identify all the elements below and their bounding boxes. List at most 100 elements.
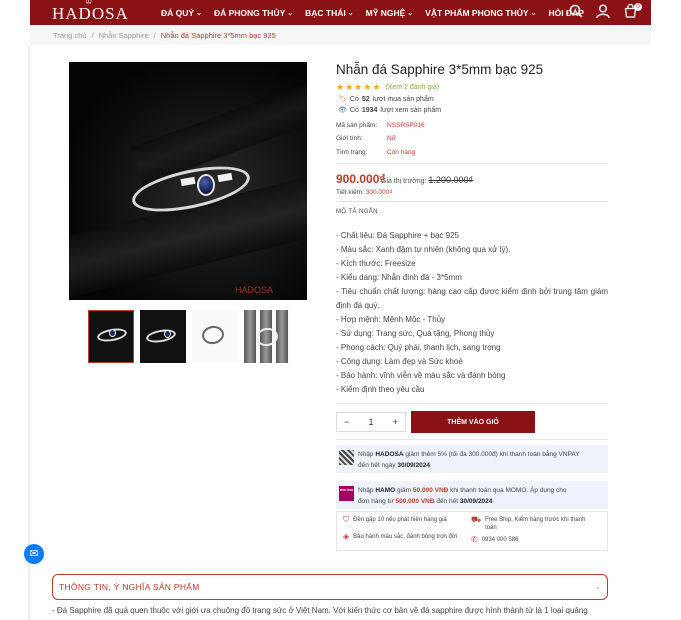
- nav-item-my-nghe[interactable]: MỸ NGHỆ ⌄: [366, 8, 414, 18]
- service-hotline[interactable]: ✆ 0934 000 586: [471, 536, 591, 544]
- desc-line: - Màu sắc: Xanh đậm tự nhiên (không qua …: [336, 245, 511, 254]
- search-icon[interactable]: [569, 4, 583, 18]
- chevron-down-icon: ⌄: [287, 9, 294, 17]
- breadcrumb: Trang chủ / Nhẫn Sapphire / Nhẫn đá Sapp…: [30, 25, 651, 45]
- service-guarantees: ⛉ Đền gấp 10 nếu phát hiện hàng giả ⛟ Free…: [336, 511, 608, 551]
- thumbnail-2[interactable]: [140, 310, 186, 363]
- nav-item-da-phong-thuy[interactable]: ĐÁ PHONG THỦY ⌄: [214, 8, 293, 18]
- divider: [336, 163, 608, 164]
- desc-line: - Hợp mệnh: Mệnh Mộc - Thủy: [336, 315, 446, 324]
- service-text: Đền gấp 10 nếu phát hiện hàng giả: [353, 517, 447, 523]
- promo-text: đến hết ngày: [358, 462, 398, 469]
- product-title: Nhẫn đá Sapphire 3*5mm bạc 925: [336, 62, 544, 77]
- chevron-down-icon: ⌄: [594, 584, 601, 591]
- status-value: Còn hàng: [387, 149, 416, 156]
- logo-text: HADOSA: [52, 4, 129, 23]
- main-nav: ĐÁ QUÝ ⌄ ĐÁ PHONG THỦY ⌄ BẠC THÁI ⌄ MỸ NGHỆ…: [161, 0, 596, 25]
- promo-minimum: 500.000 VNĐ: [395, 498, 435, 505]
- gender-row: Giới tính: Nữ: [336, 135, 396, 142]
- accordion-title: THÔNG TIN, Ý NGHĨA SẢN PHẨM: [59, 582, 200, 592]
- service-counterfeit: ⛉ Đền gấp 10 nếu phát hiện hàng giả: [343, 516, 463, 524]
- eye-icon: 👁: [338, 107, 347, 114]
- nav-label: ĐÁ PHONG THỦY: [213, 7, 286, 18]
- desc-line: - Tiêu chuẩn chất lượng: hàng cao cấp đư…: [336, 287, 608, 310]
- market-price: Giá thị trường: 1.200.000₫: [381, 175, 473, 185]
- breadcrumb-home[interactable]: Trang chủ: [53, 31, 87, 40]
- breadcrumb-category[interactable]: Nhẫn Sapphire: [99, 31, 149, 40]
- thumbnail-4[interactable]: [244, 310, 290, 363]
- nav-label: MỸ NGHỆ: [365, 7, 406, 18]
- ring-thumb-stone: [164, 330, 171, 338]
- stat-prefix: Có: [349, 106, 359, 114]
- promo-code: HAMO: [375, 487, 396, 494]
- messenger-chat-button[interactable]: ✉: [24, 544, 44, 564]
- chevron-down-icon: ⌄: [196, 9, 202, 17]
- breadcrumb-separator: /: [153, 30, 156, 40]
- nav-item-da-quy[interactable]: ĐÁ QUÝ ⌄: [161, 8, 202, 18]
- info-body-text: - Đá Sapphire đã quá quen thuộc với giới…: [52, 606, 588, 615]
- star-icon: ★: [372, 82, 381, 92]
- desc-line: - Bảo hành: vĩnh viễn về màu sắc và đánh…: [336, 371, 506, 380]
- product-main-image[interactable]: HADOSA: [69, 62, 307, 300]
- promo-amount: 50.000 VNĐ: [412, 487, 449, 494]
- add-to-cart-button[interactable]: THÊM VÀO GIỎ: [411, 411, 535, 433]
- star-icon: ★: [354, 82, 363, 92]
- stat-suffix: lượt xem sản phẩm: [380, 106, 442, 114]
- savings-value: 300.000₫: [365, 189, 393, 196]
- ring-thumb-stone: [109, 329, 116, 337]
- desc-line: - Kích thước: Freesize: [336, 259, 416, 268]
- gender-label: Giới tính:: [336, 135, 363, 142]
- promo-code: HADOSA: [375, 451, 404, 458]
- divider: [336, 439, 608, 440]
- nav-item-vat-pham[interactable]: VẬT PHẨM PHONG THỦY ⌄: [425, 8, 536, 18]
- sku-row: Mã sản phẩm: NSSRSP016: [336, 122, 425, 129]
- thumbnail-1[interactable]: [88, 310, 134, 363]
- messenger-icon: ✉: [29, 548, 39, 560]
- image-watermark: HADOSA: [235, 285, 274, 295]
- savings: Tiết kiệm: 300.000₫: [336, 189, 393, 196]
- thumbnail-3[interactable]: [192, 310, 238, 363]
- star-icon: ★: [336, 82, 345, 92]
- desc-line: - Kiểu dáng: Nhẫn đính đá - 3*5mm: [336, 273, 462, 282]
- promo-momo: mo mo Nhập HAMO giảm 50.000 VNĐ khi than…: [336, 481, 608, 509]
- breadcrumb-current: Nhẫn đá Sapphire 3*5mm bạc 925: [160, 30, 276, 40]
- star-icon: ★: [363, 82, 372, 92]
- view-number: 1934: [361, 106, 378, 114]
- desc-line: - Sử dụng: Trang sức, Quà tặng, Phong th…: [336, 329, 495, 338]
- nav-item-bac-thai[interactable]: BẠC THÁI ⌄: [305, 8, 353, 18]
- site-logo[interactable]: ♔ HADOSA: [52, 0, 129, 24]
- sku-label: Mã sản phẩm:: [336, 122, 378, 129]
- service-text: Bảo hành màu sắc, đánh bóng trọn đời: [353, 534, 458, 540]
- product-info-accordion[interactable]: THÔNG TIN, Ý NGHĨA SẢN PHẨM ⌄: [52, 574, 608, 600]
- service-text: Free Ship, Kiểm hàng trước khi thanh toá…: [485, 517, 586, 531]
- site-header: ♔ HADOSA ĐÁ QUÝ ⌄ ĐÁ PHONG THỦY ⌄ BẠC THÁI…: [30, 0, 651, 25]
- sleeve-stripe: [244, 310, 256, 363]
- promo-line: đơn hàng từ 500.000 VNĐ đến hết 30/09/20…: [358, 496, 604, 507]
- gem-icon: ◈: [343, 532, 350, 541]
- quantity-plus-button[interactable]: +: [393, 417, 398, 427]
- purchase-number: 52: [361, 95, 370, 103]
- market-price-value: 1.200.000₫: [428, 175, 474, 185]
- short-description-heading: MÔ TẢ NGẮN: [336, 209, 378, 215]
- stat-suffix: lượt mua sản phẩm: [372, 95, 434, 103]
- truck-icon: ⛟: [471, 515, 482, 524]
- stat-prefix: Có: [349, 95, 359, 103]
- nav-label: ĐÁ QUÝ: [161, 7, 195, 18]
- divider: [336, 403, 608, 404]
- nav-label: BẠC THÁI: [305, 7, 346, 18]
- ring-thumb-band: [200, 324, 226, 346]
- crown-icon: ♔: [85, 0, 94, 6]
- breadcrumb-separator: /: [91, 30, 94, 40]
- divider: [336, 201, 608, 202]
- chevron-down-icon: ⌄: [407, 9, 414, 17]
- promo-text: Nhập: [358, 451, 376, 458]
- reviews-link[interactable]: (Xem 2 đánh giá): [385, 84, 439, 91]
- service-freeship: ⛟ Free Ship, Kiểm hàng trước khi thanh to…: [471, 516, 591, 532]
- tag-icon: 🏷: [338, 96, 347, 103]
- savings-label: Tiết kiệm:: [336, 189, 364, 196]
- sapphire-stone: [197, 174, 215, 196]
- desc-line: - Chất liệu: Đá Sapphire + bạc 925: [336, 231, 459, 240]
- user-icon[interactable]: [596, 4, 610, 19]
- quantity-input[interactable]: 1: [368, 417, 373, 427]
- quantity-minus-button[interactable]: −: [344, 417, 349, 427]
